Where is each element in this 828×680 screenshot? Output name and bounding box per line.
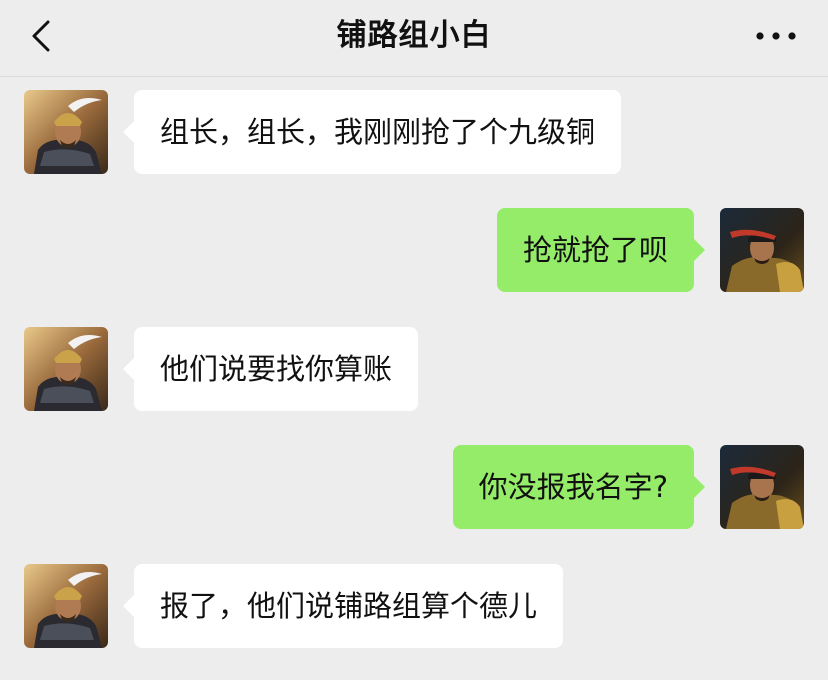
- chat-title: 铺路组小白: [336, 18, 492, 53]
- self-avatar[interactable]: [720, 445, 804, 529]
- message-bubble-received[interactable]: 组长，组长，我刚刚抢了个九级铜: [122, 90, 622, 174]
- contact-avatar[interactable]: [24, 564, 108, 648]
- chat-header: 铺路组小白: [0, 0, 828, 77]
- contact-avatar[interactable]: [24, 327, 108, 411]
- message-bubble-sent[interactable]: 你没报我名字?: [452, 445, 706, 529]
- contact-avatar[interactable]: [24, 90, 108, 174]
- message-bubble-received[interactable]: 他们说要找你算账: [122, 327, 419, 411]
- message-bubble-sent[interactable]: 抢就抢了呗: [496, 208, 706, 292]
- more-options-icon[interactable]: [754, 24, 798, 48]
- message-bubble-received[interactable]: 报了，他们说铺路组算个德儿: [122, 564, 564, 648]
- self-avatar[interactable]: [720, 208, 804, 292]
